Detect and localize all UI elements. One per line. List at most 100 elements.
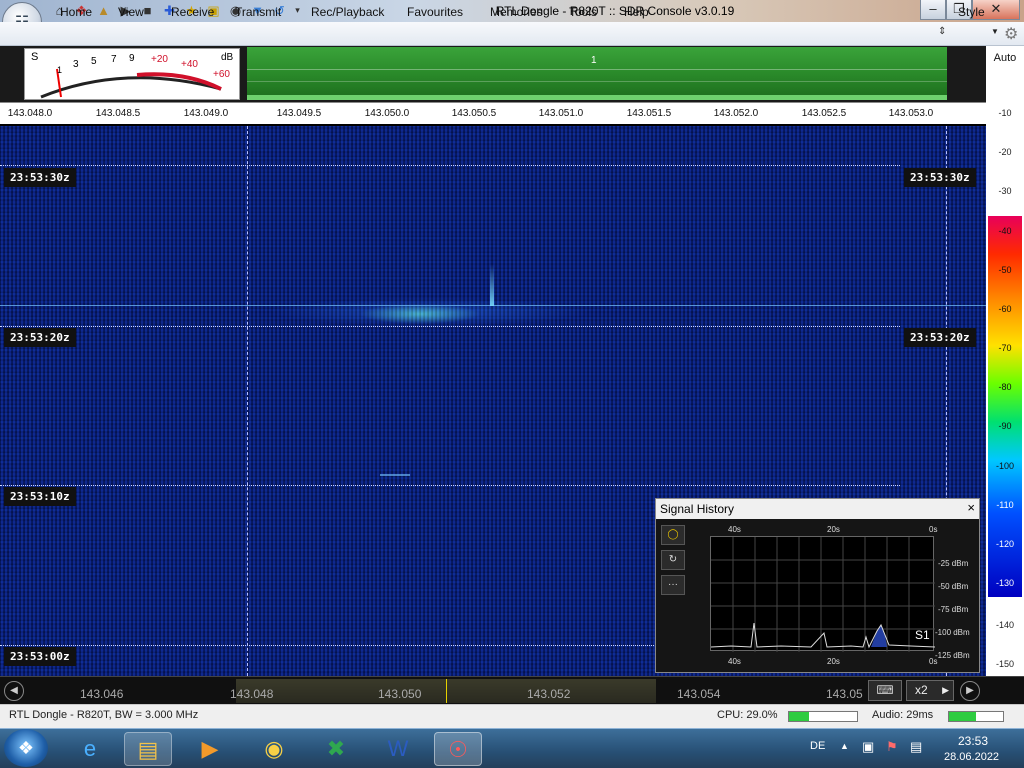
device-status: RTL Dongle - R820T, BW = 3.000 MHz	[9, 709, 199, 721]
folder-icon[interactable]: ▲	[96, 3, 111, 18]
s-meter: S dB 1 3 5 7 9 +20 +40 +60	[24, 48, 240, 100]
db-tick: -60	[998, 304, 1012, 314]
clock-date[interactable]: 28.06.2022	[944, 751, 999, 763]
menu-help[interactable]: Help	[624, 5, 649, 19]
s-scale-1: 1	[57, 65, 63, 75]
dbm-label: -125 dBm	[935, 651, 970, 660]
color-bar: -40 -50 -60 -70 -80 -90 -100 -110 -120 -…	[988, 216, 1022, 597]
word-icon[interactable]: W	[374, 732, 422, 766]
freq-label: 143.052.5	[801, 108, 847, 119]
signal-history-graph: S1	[710, 536, 935, 652]
menu-view[interactable]: View	[118, 5, 144, 19]
language-indicator[interactable]: DE	[810, 740, 825, 752]
time-gridline	[0, 485, 900, 486]
zoom-button[interactable]: x2 ▶	[906, 680, 954, 701]
more-button[interactable]: ···	[661, 575, 685, 595]
menu-tools[interactable]: Tools	[569, 5, 597, 19]
db-tick: -140	[995, 620, 1014, 630]
clock-time[interactable]: 23:53	[958, 734, 988, 748]
scroll-right-icon[interactable]: ▶	[960, 681, 980, 701]
cpu-status: CPU: 29.0%	[717, 709, 778, 721]
db-tick: -130	[995, 578, 1014, 588]
timestamp-label: 23:53:00z	[4, 647, 76, 666]
db-tick: -120	[995, 539, 1014, 549]
auto-button[interactable]: Auto	[986, 52, 1024, 64]
s-scale-9: 9	[129, 53, 135, 64]
band-freq-label: 143.05	[826, 687, 863, 701]
timestamp-label: 23:53:30z	[4, 168, 76, 187]
db-tick: -50	[998, 265, 1012, 275]
menu-rec-playback[interactable]: Rec/Playback	[311, 5, 384, 19]
db-tick: -80	[998, 382, 1012, 392]
audio-status: Audio: 29ms	[872, 709, 934, 721]
freq-label: 143.050.0	[364, 108, 410, 119]
media-player-icon[interactable]: ▶	[186, 732, 234, 766]
excel-icon[interactable]: ✖	[312, 732, 360, 766]
db-tick: -20	[998, 147, 1012, 157]
gear-icon[interactable]: ⚙	[1004, 24, 1018, 44]
audio-meter-fill	[949, 712, 976, 721]
db-label: dB	[221, 52, 234, 63]
s-label: S	[31, 51, 39, 63]
freq-label: 143.049.5	[276, 108, 322, 119]
tray-network-icon[interactable]: ▤	[910, 739, 922, 755]
record-icon[interactable]: ◯	[661, 525, 685, 545]
s-scale-plus60: +60	[213, 69, 230, 80]
s-scale-plus20: +20	[151, 54, 168, 65]
sdr-console-icon[interactable]: ☉	[434, 732, 482, 766]
menu-transmit[interactable]: Transmit	[235, 5, 281, 19]
menu-memories[interactable]: Memories	[490, 5, 543, 19]
filter-edge-line[interactable]	[247, 126, 248, 676]
time-gridline	[0, 326, 900, 327]
chrome-icon[interactable]: ◉	[250, 732, 298, 766]
spectrum-display[interactable]: 1	[247, 47, 947, 100]
db-tick: -10	[998, 108, 1012, 118]
band-freq-label: 143.052	[527, 687, 571, 701]
band-freq-label: 143.054	[677, 687, 721, 701]
tray-flag-icon[interactable]: ⚑	[886, 739, 898, 755]
tray-device-icon[interactable]: ▣	[862, 739, 874, 755]
timestamp-label: 23:53:20z	[4, 328, 76, 347]
internet-explorer-icon[interactable]: e	[66, 732, 114, 766]
cpu-meter-fill	[789, 712, 809, 721]
time-label: 20s	[827, 525, 840, 534]
menu-home[interactable]: Home	[60, 5, 92, 19]
freq-label: 143.048.0	[7, 108, 53, 119]
start-button[interactable]: ❖	[4, 729, 48, 767]
db-tick: -150	[995, 659, 1014, 669]
menu-receive[interactable]: Receive	[171, 5, 214, 19]
window-title: RTL Dongle - R820T :: SDR Console v3.0.1…	[495, 4, 735, 18]
tray-expand-icon[interactable]: ▲	[840, 741, 849, 751]
updown-icon[interactable]: ⇕	[938, 26, 946, 37]
style-menu[interactable]: Style	[958, 5, 985, 19]
freq-label: 143.052.0	[713, 108, 759, 119]
reset-icon[interactable]: ↻	[661, 550, 685, 570]
menu-favourites[interactable]: Favourites	[407, 5, 463, 19]
dbm-label: -100 dBm	[935, 628, 970, 637]
spectrum-marker-label: 1	[591, 55, 597, 66]
close-icon[interactable]: ×	[967, 500, 975, 515]
band-freq-label: 143.046	[80, 687, 124, 701]
chevron-down-icon[interactable]: ▼	[991, 27, 999, 36]
freq-label: 143.051.0	[538, 108, 584, 119]
time-label: 20s	[827, 657, 840, 666]
menu-bar	[0, 22, 1024, 46]
freq-label: 143.051.5	[626, 108, 672, 119]
s-scale-7: 7	[111, 54, 117, 65]
cpu-meter	[788, 711, 858, 722]
freq-label: 143.053.0	[888, 108, 934, 119]
db-tick: -90	[998, 421, 1012, 431]
time-label: 40s	[728, 657, 741, 666]
db-tick: -70	[998, 343, 1012, 353]
signal-blip	[380, 474, 410, 476]
timestamp-label: 23:53:10z	[4, 487, 76, 506]
keyboard-icon[interactable]: ⌨	[868, 680, 902, 701]
time-label: 40s	[728, 525, 741, 534]
scroll-left-icon[interactable]: ◀	[4, 681, 24, 701]
time-gridline	[0, 165, 900, 166]
signal-history-title: Signal History	[656, 499, 979, 519]
file-explorer-icon[interactable]: ▤	[124, 732, 172, 766]
timestamp-label: 23:53:20z	[904, 328, 976, 347]
minimize-button[interactable]: –	[920, 0, 946, 20]
dropdown-icon[interactable]: ▾	[290, 3, 305, 18]
